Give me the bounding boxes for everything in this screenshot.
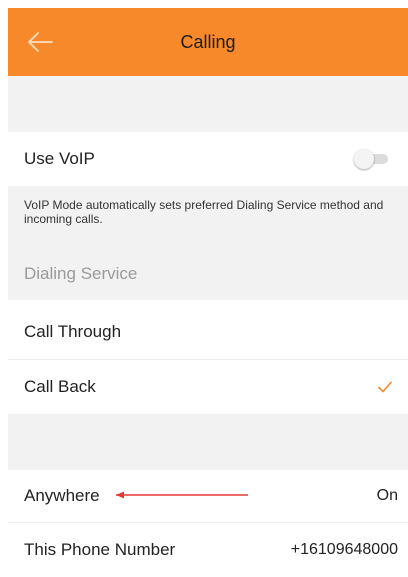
annotation-arrow-icon bbox=[116, 491, 248, 499]
section-spacer bbox=[8, 76, 408, 132]
checkmark-icon bbox=[378, 381, 392, 393]
use-voip-row[interactable]: Use VoIP bbox=[8, 132, 408, 186]
voip-description: VoIP Mode automatically sets preferred D… bbox=[24, 198, 384, 226]
option-label: Call Through bbox=[24, 322, 122, 341]
option-call-through[interactable]: Call Through bbox=[8, 304, 408, 360]
this-phone-number-row[interactable]: This Phone Number +16109648000 bbox=[8, 523, 408, 577]
dialing-service-header: Dialing Service bbox=[24, 264, 138, 283]
calling-settings-screen: Calling Use VoIP VoIP Mode automatically… bbox=[0, 0, 408, 577]
page-title: Calling bbox=[180, 31, 236, 52]
toggle-knob bbox=[354, 149, 374, 169]
option-label: Call Back bbox=[24, 377, 96, 396]
use-voip-label: Use VoIP bbox=[24, 149, 95, 168]
app-header: Calling bbox=[8, 8, 408, 76]
arrow-left-icon[interactable] bbox=[26, 30, 54, 54]
section-spacer bbox=[8, 414, 408, 470]
anywhere-value: On bbox=[376, 487, 398, 504]
this-phone-number-value: +16109648000 bbox=[290, 541, 398, 558]
this-phone-number-label: This Phone Number bbox=[24, 540, 176, 559]
use-voip-toggle[interactable] bbox=[354, 149, 388, 169]
option-call-back[interactable]: Call Back bbox=[8, 360, 408, 414]
